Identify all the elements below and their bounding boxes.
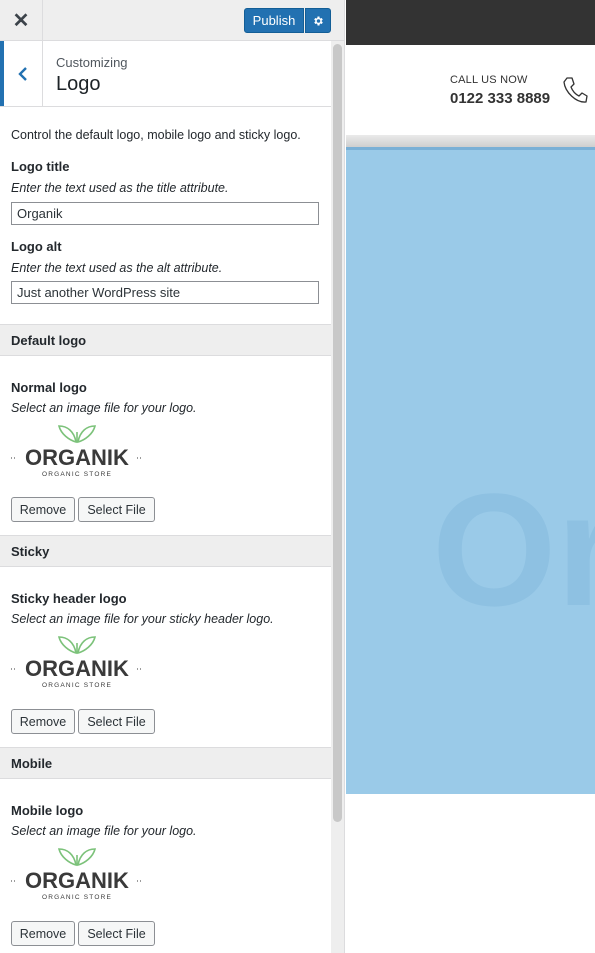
mobile-logo-help: Select an image file for your logo. <box>11 824 197 838</box>
customizer-sidebar: ✕ Publish Customizing Logo Control the d… <box>0 0 345 953</box>
scrollbar-thumb[interactable] <box>333 44 342 822</box>
hero-watermark-text: Or <box>432 460 595 639</box>
call-us-number[interactable]: 0122 333 8889 <box>450 90 550 107</box>
normal-logo-help: Select an image file for your logo. <box>11 401 197 415</box>
publish-button[interactable]: Publish <box>244 8 304 33</box>
publish-settings-button[interactable] <box>305 8 331 33</box>
site-preview: CALL US NOW 0122 333 8889 Or <box>346 0 595 953</box>
svg-text:ORGANIC STORE: ORGANIC STORE <box>42 894 112 901</box>
chevron-left-icon <box>18 66 27 81</box>
group-header-sticky: Sticky <box>0 535 331 567</box>
hero-banner: Or <box>346 147 595 794</box>
site-header: CALL US NOW 0122 333 8889 <box>346 45 595 135</box>
group-sticky: Sticky header logo Select an image file … <box>0 567 331 747</box>
logo-alt-label: Logo alt <box>11 239 62 254</box>
section-title: Logo <box>56 73 101 95</box>
sidebar-scrollbar[interactable] <box>332 44 343 953</box>
group-header-default-logo: Default logo <box>0 324 331 356</box>
panel-description: Control the default logo, mobile logo an… <box>11 128 301 142</box>
sticky-logo-help: Select an image file for your sticky hea… <box>11 612 274 626</box>
customizer-topbar: ✕ Publish <box>0 0 344 41</box>
sticky-logo-remove-button[interactable]: Remove <box>11 709 75 734</box>
svg-text:ORGANIC STORE: ORGANIC STORE <box>42 471 112 478</box>
logo-title-label: Logo title <box>11 159 70 174</box>
svg-text:ORGANIC STORE: ORGANIC STORE <box>42 682 112 689</box>
breadcrumb: Customizing <box>56 55 128 70</box>
logo-title-help: Enter the text used as the title attribu… <box>11 181 229 195</box>
logo-alt-input[interactable] <box>11 281 319 304</box>
organik-logo-image: ORGANIK ORGANIC STORE <box>11 636 143 689</box>
header-divider <box>346 135 595 147</box>
mobile-logo-select-button[interactable]: Select File <box>78 921 155 946</box>
general-settings: Control the default logo, mobile logo an… <box>0 107 331 324</box>
svg-text:ORGANIK: ORGANIK <box>25 445 129 470</box>
close-icon: ✕ <box>12 10 30 32</box>
back-button[interactable] <box>0 41 43 106</box>
phone-icon[interactable] <box>562 75 588 105</box>
call-us-label: CALL US NOW <box>450 74 528 86</box>
mobile-logo-remove-button[interactable]: Remove <box>11 921 75 946</box>
normal-logo-preview: ORGANIK ORGANIC STORE <box>11 420 143 480</box>
group-header-mobile: Mobile <box>0 747 331 779</box>
normal-logo-select-button[interactable]: Select File <box>78 497 155 522</box>
sticky-logo-select-button[interactable]: Select File <box>78 709 155 734</box>
section-header: Customizing Logo <box>0 41 331 107</box>
logo-alt-help: Enter the text used as the alt attribute… <box>11 261 223 275</box>
gear-icon <box>314 16 323 25</box>
group-default-logo: Normal logo Select an image file for you… <box>0 356 331 536</box>
svg-text:ORGANIK: ORGANIK <box>25 656 129 681</box>
mobile-logo-label: Mobile logo <box>11 803 84 818</box>
normal-logo-label: Normal logo <box>11 380 87 395</box>
sticky-logo-preview: ORGANIK ORGANIC STORE <box>11 631 143 691</box>
admin-bar <box>346 0 595 45</box>
logo-panel: Control the default logo, mobile logo an… <box>0 107 331 953</box>
sticky-logo-label: Sticky header logo <box>11 591 127 606</box>
mobile-logo-preview: ORGANIK ORGANIC STORE <box>11 843 143 903</box>
group-mobile: Mobile logo Select an image file for you… <box>0 779 331 953</box>
organik-logo-image: ORGANIK ORGANIC STORE <box>11 425 143 478</box>
organik-logo-image: ORGANIK ORGANIC STORE <box>11 848 143 901</box>
normal-logo-remove-button[interactable]: Remove <box>11 497 75 522</box>
logo-title-input[interactable] <box>11 202 319 225</box>
close-customizer-button[interactable]: ✕ <box>0 0 43 41</box>
svg-text:ORGANIK: ORGANIK <box>25 868 129 893</box>
